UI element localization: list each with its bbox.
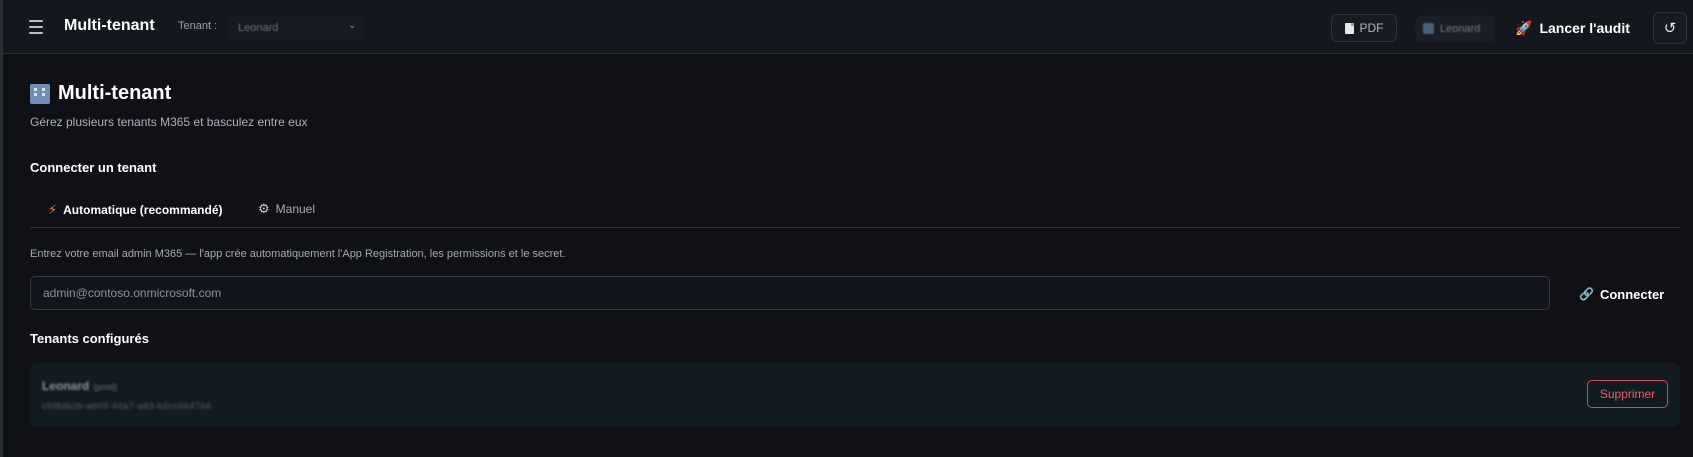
connect-help-text: Entrez votre email admin M365 — l'app cr… [30, 248, 566, 260]
avatar [1423, 23, 1434, 34]
connect-label: Connecter [1599, 286, 1665, 302]
user-name: Leonard [1440, 22, 1481, 35]
refresh-button[interactable]: ↺ [1653, 12, 1687, 44]
tenant-name: Leonard (prod) [42, 379, 117, 393]
user-chip[interactable]: Leonard [1415, 15, 1495, 42]
building-icon [30, 83, 50, 104]
launch-audit-button[interactable]: 🚀 Lancer l'audit [1515, 14, 1639, 42]
tenant-label: Tenant : [178, 20, 218, 32]
delete-tenant-button[interactable]: Supprimer [1587, 380, 1668, 408]
launch-audit-label: Lancer l'audit [1539, 20, 1630, 36]
tab-manual[interactable]: ⚙ Manuel [258, 201, 315, 217]
tab-manual-label: Manuel [275, 202, 316, 216]
tenant-select-value: Leonard [238, 22, 279, 34]
page-subtitle: Gérez plusieurs tenants M365 et basculez… [30, 115, 308, 129]
page-title-text: Multi-tenant [58, 82, 172, 104]
tenant-select[interactable]: Leonard [229, 15, 363, 41]
page-title: Multi-tenant [30, 82, 171, 105]
tenant-name-text: Leonard [42, 379, 90, 393]
admin-email-input[interactable] [30, 276, 1550, 310]
connect-section-title: Connecter un tenant [30, 160, 157, 175]
tab-automatic-label: Automatique (recommandé) [63, 203, 223, 217]
connect-tabs: ⚡ Automatique (recommandé) ⚙ Manuel [30, 192, 1680, 228]
document-icon [1344, 22, 1354, 34]
refresh-icon: ↺ [1663, 20, 1677, 37]
pdf-button[interactable]: PDF [1331, 14, 1397, 42]
gear-icon: ⚙ [258, 201, 270, 216]
top-bar: Multi-tenant Tenant : Leonard ⌄ PDF Leon… [3, 0, 1693, 54]
tenant-tag: (prod) [93, 382, 118, 392]
connect-button[interactable]: 🔗 Connecter [1579, 283, 1664, 305]
pdf-label: PDF [1359, 21, 1384, 35]
rocket-icon: 🚀 [1515, 19, 1533, 36]
chevron-down-icon[interactable]: ⌄ [348, 20, 356, 31]
tenant-id: c6f8db2b-ab09-40a7-a83-b2cc6b47b6 [42, 401, 212, 411]
hamburger-menu-icon[interactable] [29, 17, 49, 37]
tenant-row: Leonard (prod) c6f8db2b-ab09-40a7-a83-b2c… [30, 363, 1680, 427]
tab-automatic[interactable]: ⚡ Automatique (recommandé) [48, 202, 223, 218]
link-icon: 🔗 [1579, 287, 1594, 301]
tenants-section-title: Tenants configurés [30, 331, 149, 346]
lightning-bolt-icon: ⚡ [48, 202, 58, 217]
app-title: Multi-tenant [64, 17, 155, 34]
